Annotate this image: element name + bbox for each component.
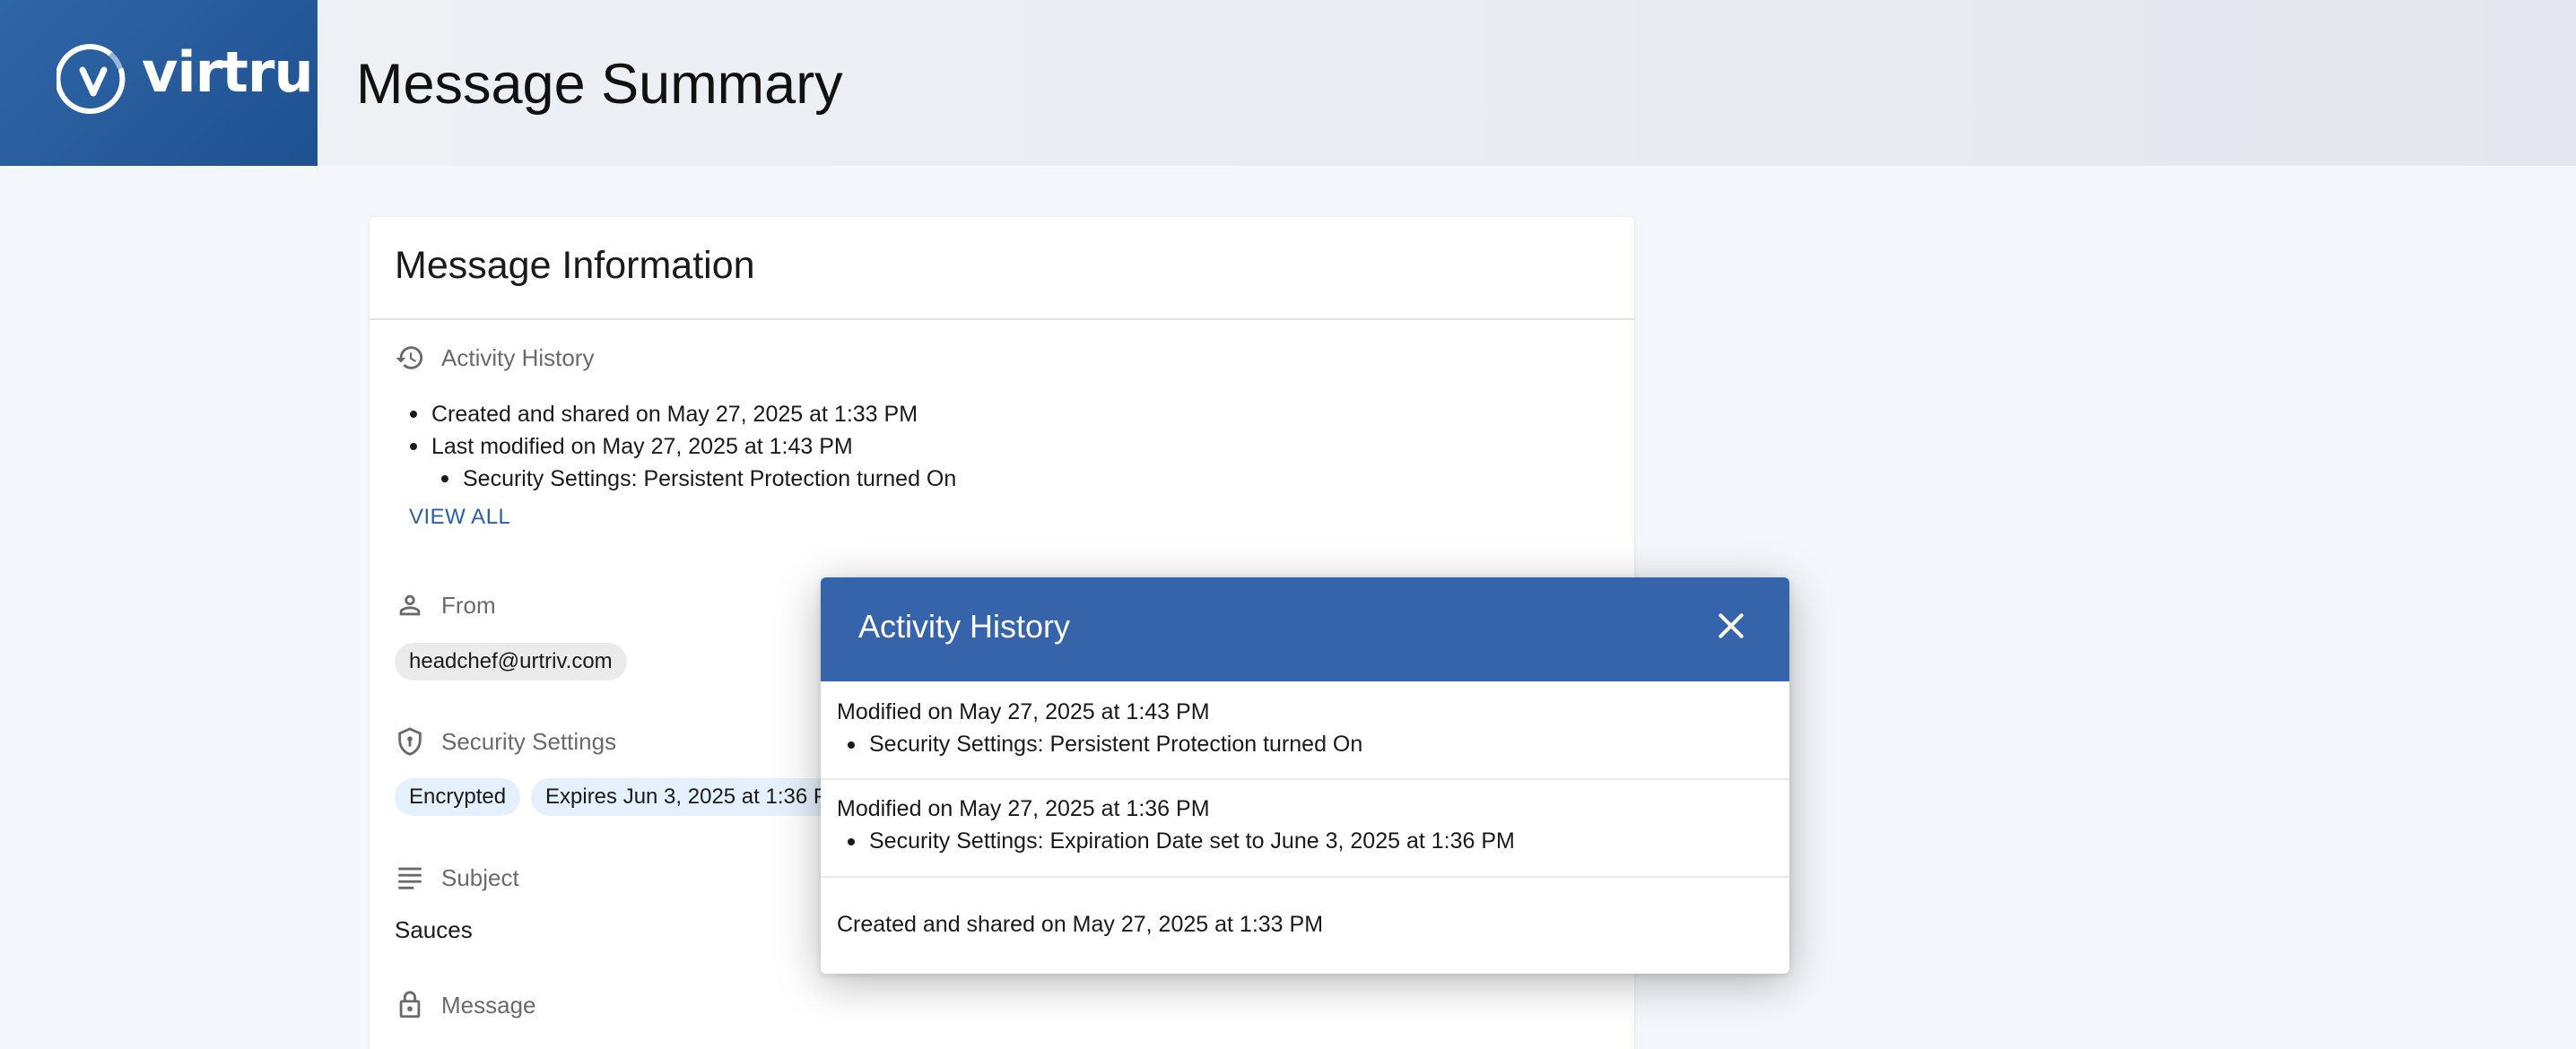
- dialog-header: Activity History: [821, 577, 1789, 681]
- subject-value: Sauces: [395, 916, 473, 943]
- activity-history-dialog: Activity History Modified on May 27, 202…: [821, 577, 1789, 974]
- activity-entry-title: Created and shared on May 27, 2025 at 1:…: [837, 912, 1324, 937]
- shield-icon: [398, 727, 422, 756]
- activity-entry: Modified on May 27, 2025 at 1:43 PM Secu…: [821, 681, 1789, 779]
- virtru-logo-icon: [57, 44, 126, 114]
- sender-chip: headchef@urtriv.com: [395, 643, 627, 681]
- app-header: virtru Message Summary: [0, 0, 2576, 166]
- activity-entry: Modified on May 27, 2025 at 1:36 PM Secu…: [821, 780, 1789, 878]
- activity-entry: Created and shared on May 27, 2025 at 1:…: [821, 878, 1789, 974]
- card-divider: [370, 318, 1634, 320]
- activity-entry-title: Modified on May 27, 2025 at 1:43 PM: [837, 699, 1210, 724]
- close-icon[interactable]: [1713, 608, 1749, 644]
- lock-icon: [399, 991, 421, 1019]
- from-label-text: From: [441, 591, 496, 619]
- security-settings-label: Security Settings: [395, 726, 616, 757]
- activity-history-label: Activity History: [395, 342, 594, 373]
- activity-entry-detail: Security Settings: Expiration Date set t…: [848, 828, 1515, 854]
- history-icon: [396, 346, 423, 369]
- view-all-link[interactable]: VIEW ALL: [409, 505, 510, 530]
- subject-label: Subject: [395, 863, 519, 893]
- expiration-chip: Expires Jun 3, 2025 at 1:36 PM: [531, 778, 860, 816]
- subject-label-text: Subject: [441, 863, 519, 891]
- activity-summary-list: Created and shared on May 27, 2025 at 1:…: [410, 398, 956, 495]
- dialog-title: Activity History: [858, 608, 1071, 645]
- list-item: Last modified on May 27, 2025 at 1:43 PM: [410, 430, 956, 463]
- logo-wordmark: virtru: [142, 39, 314, 105]
- card-title: Message Information: [395, 244, 755, 287]
- security-settings-label-text: Security Settings: [441, 727, 617, 755]
- page-title: Message Summary: [356, 53, 843, 116]
- encrypted-chip: Encrypted: [395, 778, 521, 816]
- message-label: Message: [395, 990, 536, 1020]
- activity-entry-title: Modified on May 27, 2025 at 1:36 PM: [837, 796, 1210, 821]
- from-label: From: [395, 590, 496, 620]
- message-label-text: Message: [441, 991, 536, 1019]
- list-sub-item: Security Settings: Persistent Protection…: [410, 463, 956, 495]
- activity-entry-detail: Security Settings: Persistent Protection…: [848, 732, 1362, 758]
- person-icon: [399, 594, 421, 616]
- lines-icon: [398, 867, 422, 889]
- list-item: Created and shared on May 27, 2025 at 1:…: [410, 398, 956, 430]
- activity-history-label-text: Activity History: [441, 343, 595, 371]
- virtru-logo[interactable]: virtru: [0, 0, 318, 166]
